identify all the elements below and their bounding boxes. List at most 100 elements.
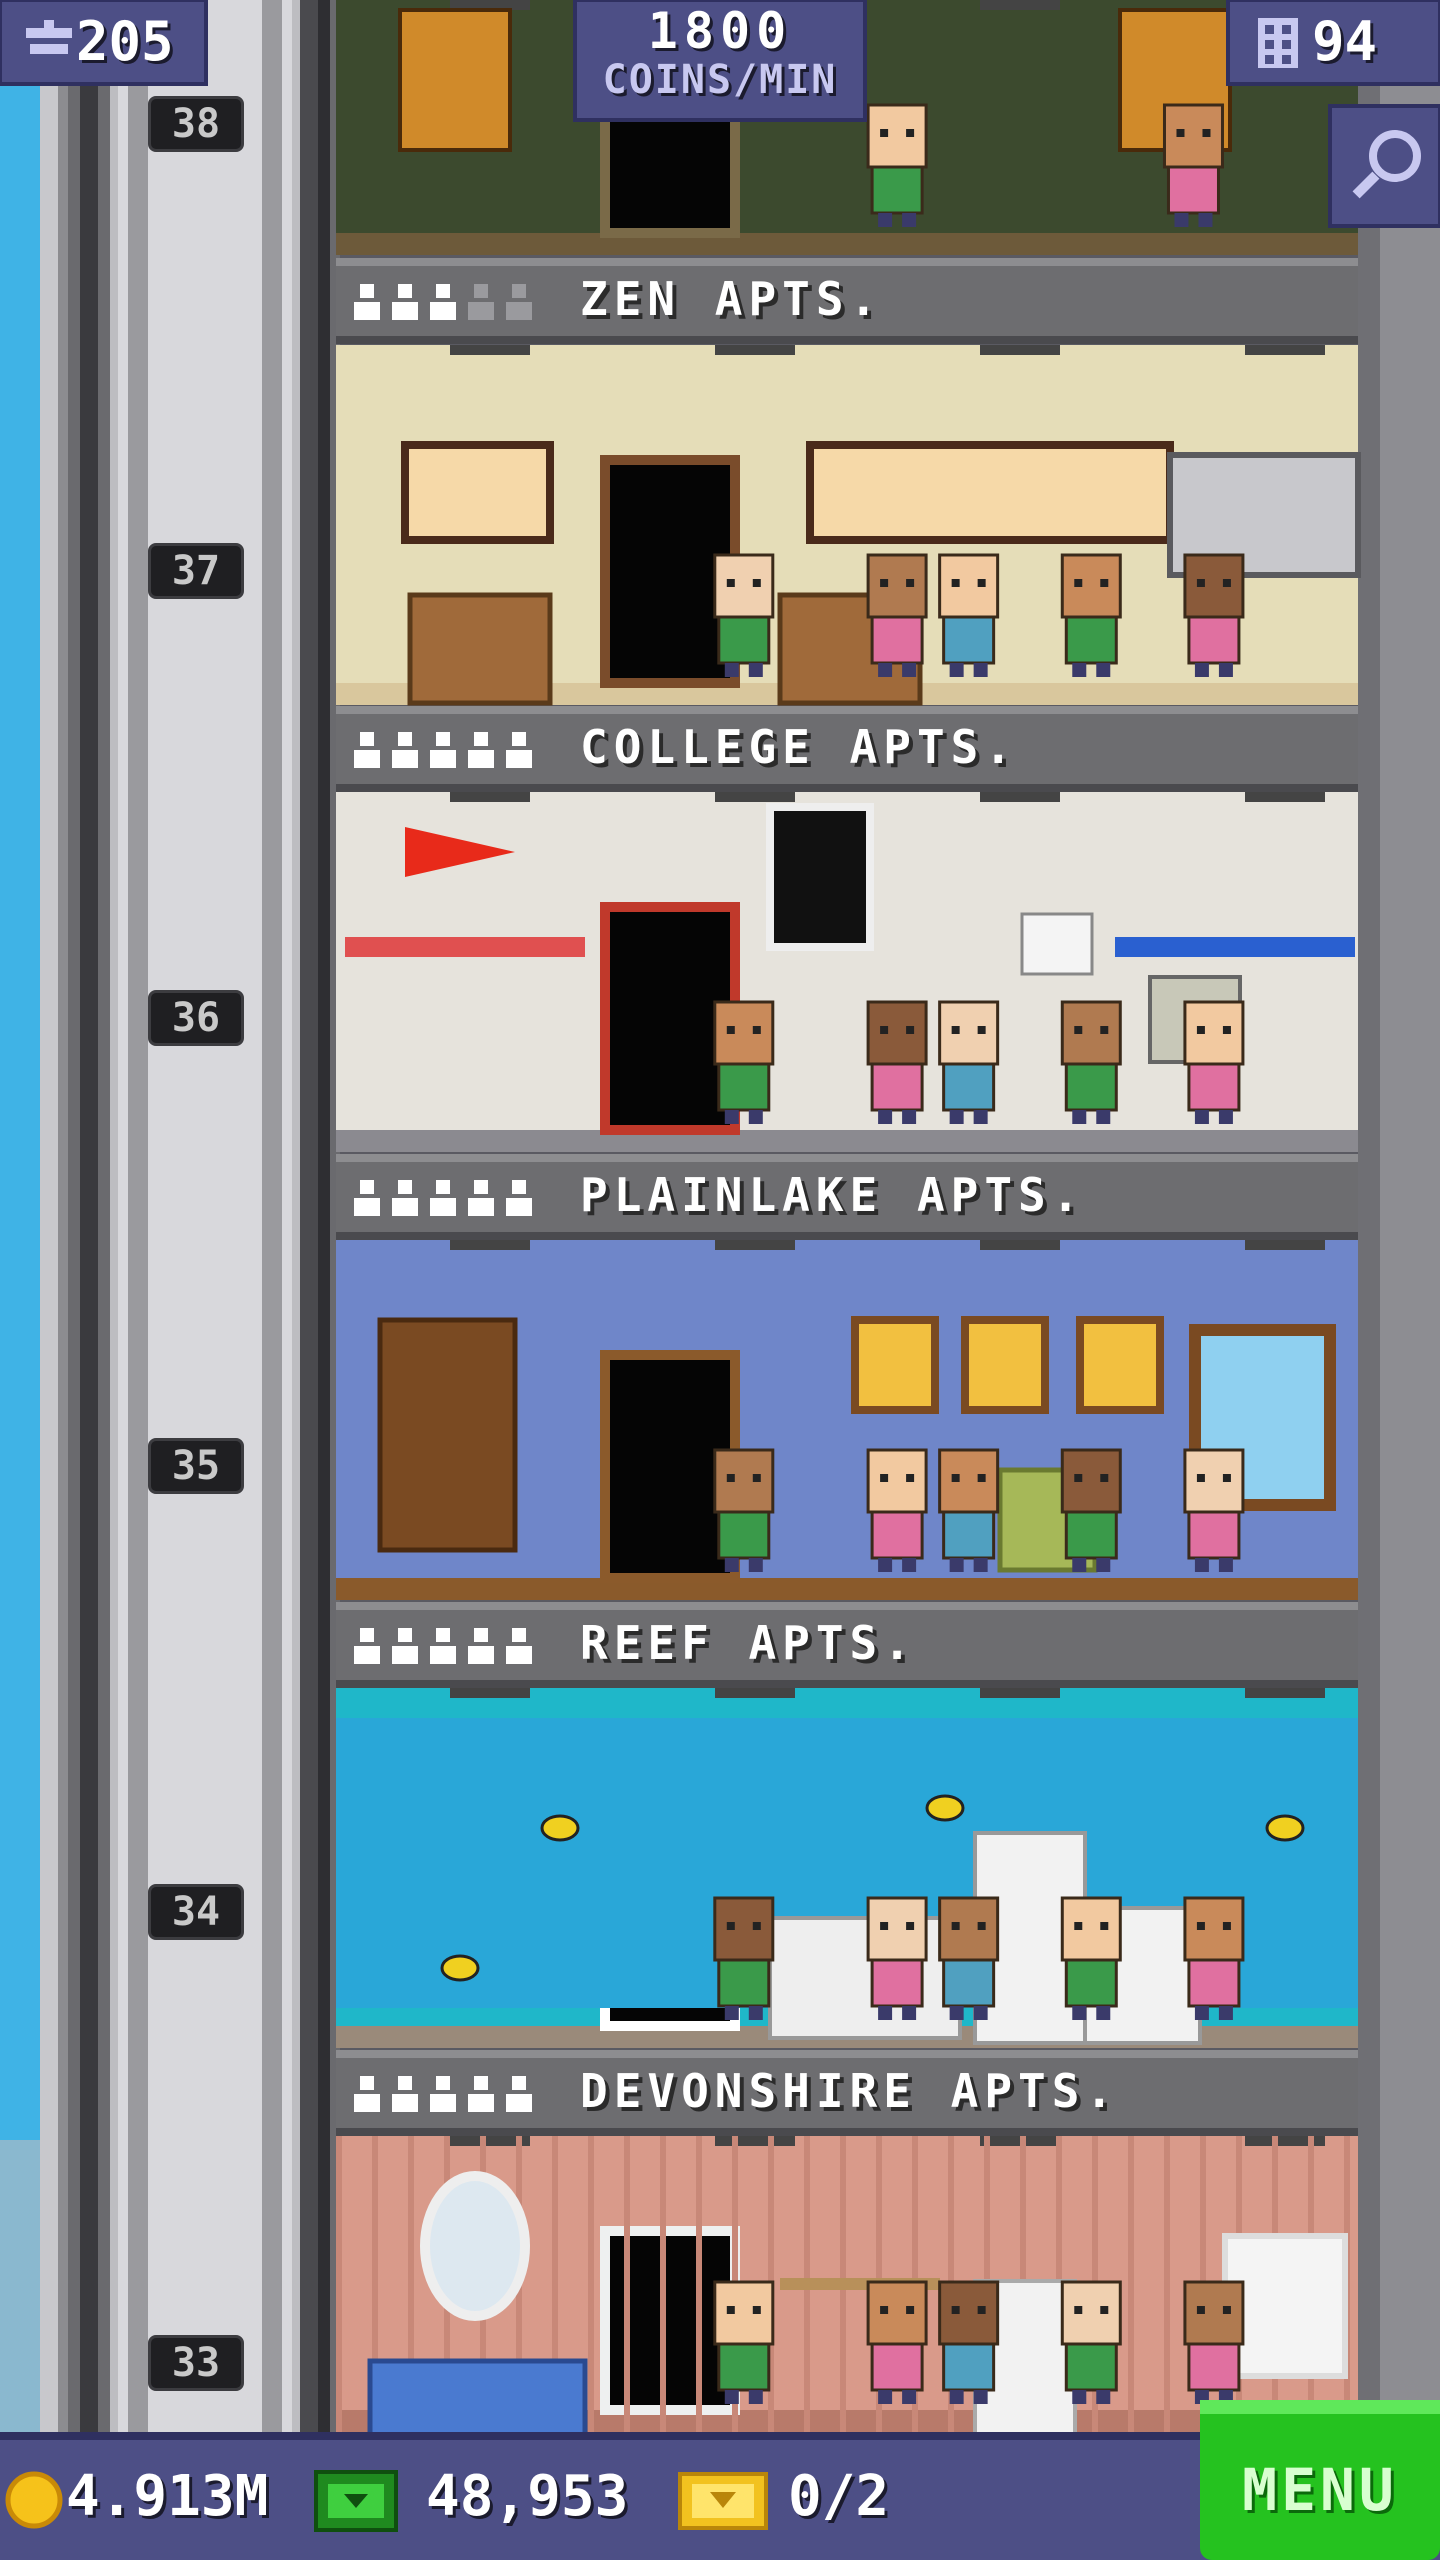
resident-body bbox=[1187, 2342, 1241, 2392]
ceiling-light bbox=[980, 1688, 1060, 1698]
resident-head bbox=[713, 553, 775, 619]
resident-body bbox=[717, 615, 771, 665]
resident-head bbox=[1183, 1448, 1245, 1514]
resident-head bbox=[1183, 553, 1245, 619]
bunk-bed bbox=[345, 937, 585, 957]
resident-body bbox=[870, 165, 924, 215]
ceiling-light bbox=[1245, 1688, 1325, 1698]
floor-36[interactable] bbox=[336, 792, 1358, 1152]
resident-head bbox=[938, 1448, 1000, 1514]
floor-name-36: PLAINLAKE APTS. bbox=[580, 1168, 1086, 1222]
resident-body bbox=[1064, 2342, 1118, 2392]
resident-body bbox=[942, 615, 996, 665]
statue-left bbox=[398, 8, 512, 152]
resident-body bbox=[1064, 1958, 1118, 2008]
resident-head bbox=[1060, 1000, 1122, 1066]
window bbox=[806, 441, 1174, 544]
floor-number-36: 36 bbox=[148, 990, 244, 1046]
resident-body bbox=[717, 1510, 771, 1560]
resident-head bbox=[1183, 1000, 1245, 1066]
resident-head bbox=[866, 553, 928, 619]
resident-body bbox=[942, 2342, 996, 2392]
resident-head bbox=[1060, 1896, 1122, 1962]
floor-33[interactable] bbox=[336, 2136, 1358, 2444]
floor-34[interactable] bbox=[336, 1688, 1358, 2048]
room-floor bbox=[336, 233, 1358, 255]
tickets-amount: 0/2 bbox=[788, 2464, 890, 2529]
ceiling-light bbox=[980, 1240, 1060, 1250]
ceiling-light bbox=[450, 345, 530, 355]
kitchen-counter bbox=[768, 1916, 962, 2040]
search-button[interactable] bbox=[1328, 104, 1440, 228]
floor-name-37: COLLEGE APTS. bbox=[580, 720, 1019, 774]
resident-body bbox=[870, 1510, 924, 1560]
fish bbox=[540, 1814, 580, 1842]
resident-body bbox=[942, 1958, 996, 2008]
resident-body bbox=[1166, 165, 1220, 215]
resident-body bbox=[717, 1062, 771, 1112]
picture-frame bbox=[961, 1316, 1049, 1414]
resident-head bbox=[866, 103, 928, 169]
resident-body bbox=[870, 615, 924, 665]
floor-number-34: 34 bbox=[148, 1884, 244, 1940]
resident-body bbox=[717, 2342, 771, 2392]
ceiling-light bbox=[1245, 792, 1325, 802]
ceiling-light bbox=[1245, 345, 1325, 355]
fish bbox=[1265, 1814, 1305, 1842]
ceiling-light bbox=[715, 1688, 795, 1698]
resident-head bbox=[1060, 553, 1122, 619]
floor-number-37: 37 bbox=[148, 543, 244, 599]
elevator-shaft[interactable] bbox=[110, 0, 300, 2560]
coins-amount: 4.913M bbox=[66, 2464, 269, 2529]
resident-body bbox=[870, 2342, 924, 2392]
resident-body bbox=[942, 1062, 996, 1112]
resident-head bbox=[713, 2280, 775, 2346]
calendar bbox=[1020, 912, 1094, 976]
resident-body bbox=[1187, 615, 1241, 665]
resident-head bbox=[938, 1000, 1000, 1066]
picture-frame bbox=[851, 1316, 939, 1414]
resident-head bbox=[866, 1000, 928, 1066]
floor-count: 94 bbox=[1312, 10, 1378, 73]
resident-body bbox=[870, 1062, 924, 1112]
bookshelf bbox=[377, 1317, 518, 1553]
fish bbox=[440, 1954, 480, 1982]
floor-name-35: REEF APTS. bbox=[580, 1616, 917, 1670]
resident-head bbox=[713, 1896, 775, 1962]
coins-rate-value: 1800 bbox=[647, 2, 793, 60]
ceiling-light bbox=[1245, 1240, 1325, 1250]
oval-mirror bbox=[420, 2171, 530, 2321]
bunk-bed bbox=[1115, 937, 1355, 957]
coin-icon bbox=[5, 2471, 63, 2529]
ceiling-light bbox=[715, 345, 795, 355]
resident-head bbox=[1183, 1896, 1245, 1962]
resident-head bbox=[1183, 2280, 1245, 2346]
ceiling-light bbox=[715, 2136, 795, 2146]
resident-head bbox=[866, 2280, 928, 2346]
resident-body bbox=[942, 1510, 996, 1560]
resident-head bbox=[1060, 2280, 1122, 2346]
resident-body bbox=[870, 1958, 924, 2008]
window bbox=[401, 441, 554, 544]
resident-body bbox=[1187, 1062, 1241, 1112]
floor-name-34: DEVONSHIRE APTS. bbox=[580, 2064, 1120, 2118]
bux-amount: 48,953 bbox=[426, 2464, 629, 2529]
poster bbox=[766, 803, 874, 951]
bux-icon bbox=[314, 2470, 398, 2532]
ceiling-light bbox=[980, 0, 1060, 10]
floor-number-38: 38 bbox=[148, 96, 244, 152]
cabinet bbox=[407, 592, 553, 706]
room-floor bbox=[336, 1578, 1358, 1600]
resident-body bbox=[717, 1958, 771, 2008]
menu-button-label[interactable]: MENU bbox=[1200, 2450, 1440, 2530]
resident-body bbox=[1064, 1510, 1118, 1560]
population-count: 205 bbox=[76, 10, 174, 73]
ceiling-light bbox=[450, 1240, 530, 1250]
floor-35[interactable] bbox=[336, 1240, 1358, 1600]
ceiling-light bbox=[450, 792, 530, 802]
floor-name-38: ZEN APTS. bbox=[580, 272, 884, 326]
floor-37[interactable] bbox=[336, 345, 1361, 706]
resident-head bbox=[938, 1896, 1000, 1962]
resident-head bbox=[1162, 103, 1224, 169]
resident-head bbox=[866, 1448, 928, 1514]
